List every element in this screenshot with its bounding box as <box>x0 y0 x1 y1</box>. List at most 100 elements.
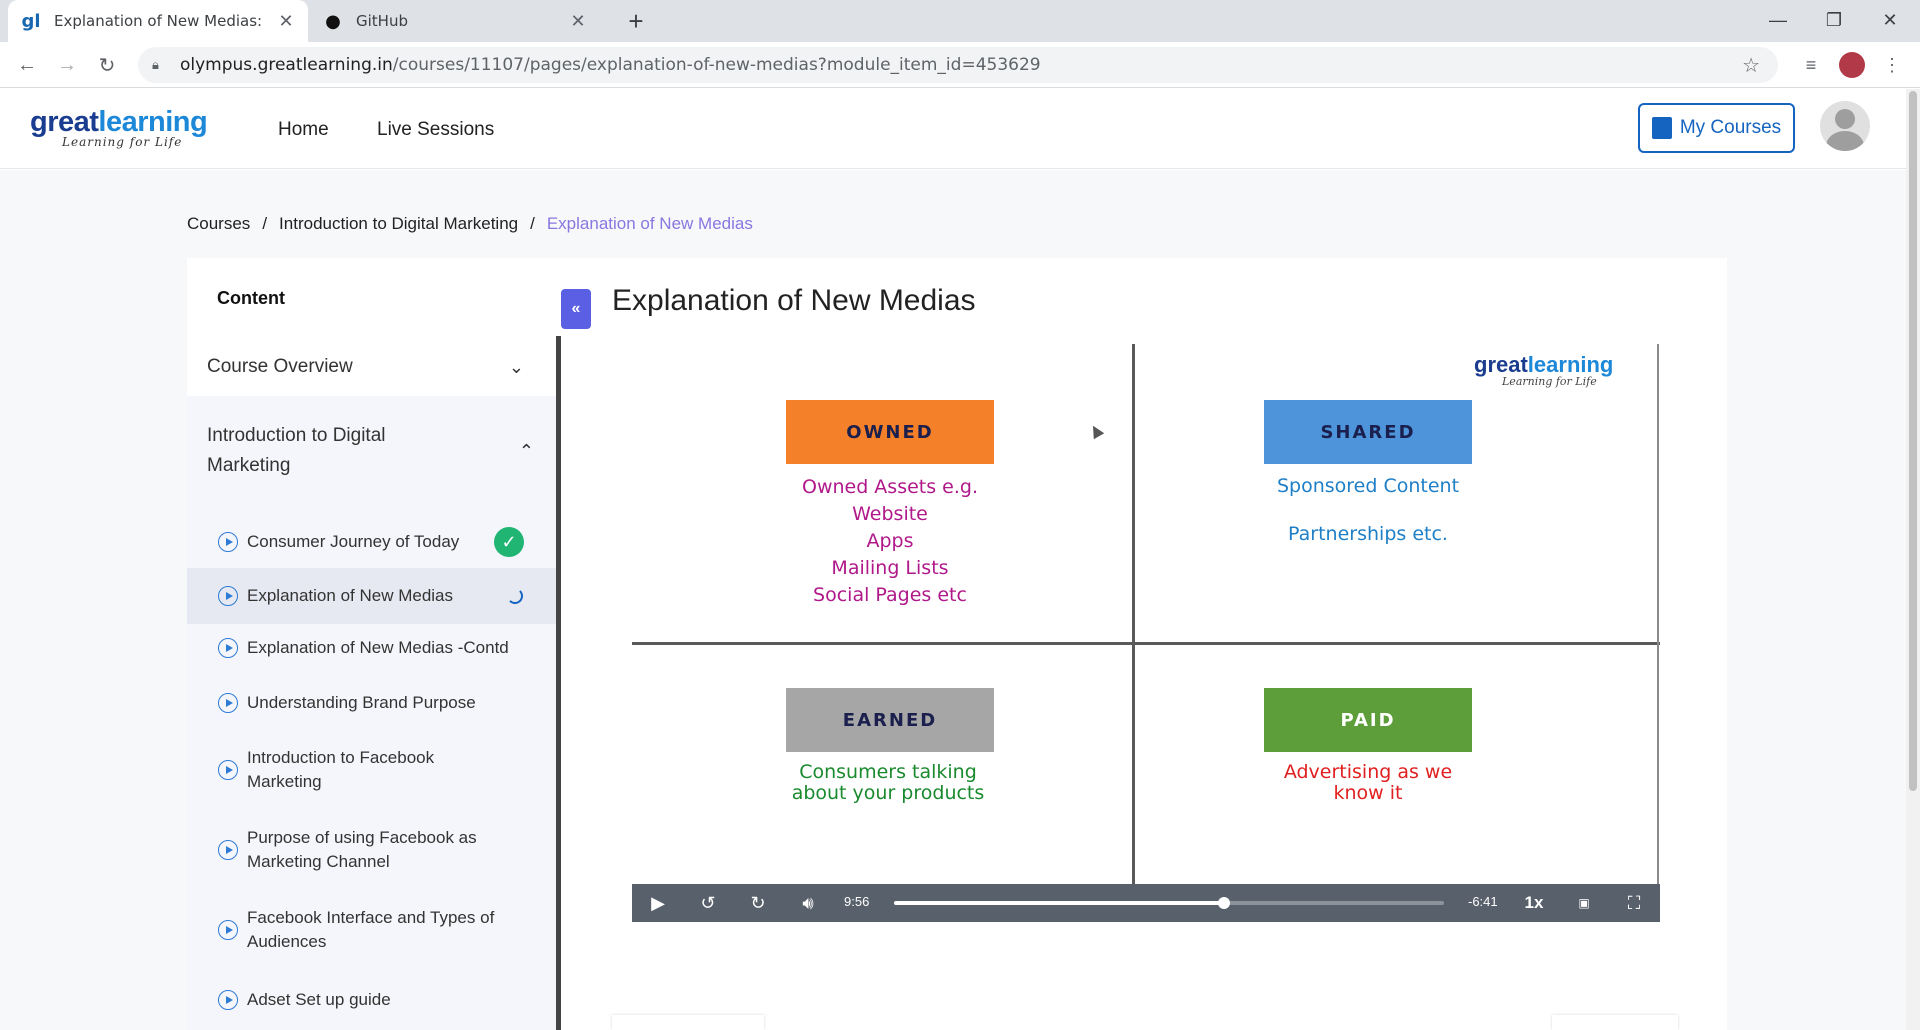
shared-text: Sponsored Content Partnerships etc. <box>1218 474 1518 546</box>
lesson-label: Explanation of New Medias <box>247 586 454 605</box>
play-icon[interactable]: ▶ <box>640 884 676 922</box>
page-title: Explanation of New Medias <box>612 284 976 317</box>
progress-handle[interactable] <box>1218 897 1230 909</box>
slide-border <box>1657 344 1659 922</box>
logo-learning: learning <box>98 106 208 138</box>
play-circle-icon <box>218 840 238 860</box>
rewind-icon[interactable]: ↺ <box>690 884 726 922</box>
lesson-label: Facebook Interface and Types of Audience… <box>247 908 495 951</box>
elapsed-time: 9:56 <box>844 894 870 909</box>
play-circle-icon <box>218 760 238 780</box>
chevron-down-icon: ⌄ <box>508 357 524 377</box>
sidebar-title: Content <box>217 288 285 308</box>
browser-tab-active[interactable]: gl Explanation of New Medias: ✕ <box>8 0 308 42</box>
paid-text: Advertising as we know it <box>1218 762 1518 804</box>
forward-icon[interactable]: → <box>52 50 82 80</box>
progress-fill <box>894 901 1224 905</box>
paid-line: Advertising as we <box>1283 761 1453 783</box>
shared-box: SHARED <box>1264 400 1472 464</box>
shared-line: Sponsored Content <box>1276 475 1460 497</box>
shared-line: Partnerships etc. <box>1288 523 1448 545</box>
breadcrumb-course[interactable]: Introduction to Digital Marketing <box>279 214 518 234</box>
book-icon <box>1651 117 1672 139</box>
close-window-icon[interactable]: ✕ <box>1862 0 1918 40</box>
lesson-label: Understanding Brand Purpose <box>247 693 476 712</box>
progress-bar[interactable] <box>894 897 1444 909</box>
section-label: Course Overview <box>207 356 353 377</box>
my-courses-label: My Courses <box>1679 117 1782 138</box>
nav-home[interactable]: Home <box>278 119 329 141</box>
section-label: Introduction to Digital Marketing <box>207 425 386 476</box>
next-button-card[interactable] <box>1552 1015 1678 1030</box>
minimize-icon[interactable]: — <box>1750 0 1806 40</box>
lesson-item-active[interactable]: Explanation of New Medias <box>187 568 557 624</box>
earned-line: about your products <box>791 782 985 804</box>
breadcrumb-separator: / <box>262 214 268 233</box>
chevron-up-icon[interactable]: ⌃ <box>519 441 534 462</box>
browser-tab-github[interactable]: ● GitHub ✕ <box>310 0 600 42</box>
media-control-icon[interactable]: ≡ <box>1797 51 1825 79</box>
reload-icon[interactable]: ↻ <box>92 50 122 80</box>
logo-learning: learning <box>1527 352 1614 377</box>
restore-icon[interactable]: ❐ <box>1806 0 1862 40</box>
play-circle-icon <box>218 586 238 606</box>
forward-skip-icon[interactable]: ↻ <box>740 884 776 922</box>
volume-icon[interactable]: 🔊︎ <box>790 884 826 922</box>
page-scrollbar[interactable] <box>1906 89 1920 1030</box>
slide-logo: greatlearning Learning for Life <box>1474 352 1613 388</box>
shared-line <box>1218 498 1518 522</box>
content-sidebar: Content Course Overview ⌄ Introduction t… <box>187 258 562 1030</box>
owned-line: Website <box>852 503 928 525</box>
fullscreen-icon[interactable]: ⛶ <box>1616 884 1652 922</box>
my-courses-button[interactable]: My Courses <box>1638 103 1795 153</box>
completed-check-icon: ✓ <box>494 527 524 557</box>
lesson-item[interactable]: Explanation of New Medias -Contd <box>187 626 557 670</box>
nav-live-sessions[interactable]: Live Sessions <box>377 119 494 141</box>
lesson-label: Purpose of using Facebook as Marketing C… <box>247 828 477 871</box>
collapse-sidebar-button[interactable]: « <box>561 289 591 329</box>
lesson-label: Consumer Journey of Today <box>247 532 460 551</box>
new-tab-button[interactable]: + <box>622 6 650 37</box>
close-tab-icon[interactable]: ✕ <box>274 11 298 32</box>
tab-title: Explanation of New Medias: <box>54 12 263 30</box>
earned-box: EARNED <box>786 688 994 752</box>
lesson-item[interactable]: Facebook Interface and Types of Audience… <box>187 900 557 960</box>
lesson-label: Explanation of New Medias -Contd <box>247 638 509 657</box>
lesson-item[interactable]: Understanding Brand Purpose <box>187 681 557 725</box>
owned-box: OWNED <box>786 400 994 464</box>
lesson-item[interactable]: Adset Set up guide <box>187 980 557 1020</box>
quadrant-divider-vertical <box>1132 344 1135 922</box>
lesson-list: Consumer Journey of Today ✓ Explanation … <box>187 508 557 1030</box>
prev-button-card[interactable] <box>612 1015 764 1030</box>
playback-speed-button[interactable]: 1x <box>1516 884 1552 922</box>
breadcrumb-courses[interactable]: Courses <box>187 214 250 234</box>
remaining-time: -6:41 <box>1468 894 1498 909</box>
play-circle-icon <box>218 990 238 1010</box>
video-player[interactable]: greatlearning Learning for Life OWNED Ow… <box>632 344 1660 922</box>
section-course-overview[interactable]: Course Overview ⌄ <box>207 352 542 382</box>
url-path: /courses/11107/pages/explanation-of-new-… <box>392 55 1041 75</box>
browser-tab-bar: gl Explanation of New Medias: ✕ ● GitHub… <box>0 0 1920 42</box>
earned-text: Consumers talking about your products <box>738 762 1038 804</box>
profile-avatar[interactable] <box>1838 51 1866 79</box>
user-avatar[interactable] <box>1820 101 1870 151</box>
back-icon[interactable]: ← <box>12 50 42 80</box>
logo-great: great <box>30 106 99 138</box>
lesson-label: Adset Set up guide <box>247 990 391 1009</box>
hd-quality-icon[interactable]: ▣ <box>1566 884 1602 922</box>
menu-icon[interactable]: ⋮ <box>1878 51 1906 79</box>
bookmark-star-icon[interactable]: ☆ <box>1742 53 1760 77</box>
paid-box: PAID <box>1264 688 1472 752</box>
lesson-label: Introduction to Facebook Marketing <box>247 748 435 791</box>
owned-line: Mailing Lists <box>831 557 949 579</box>
lesson-item[interactable]: Consumer Journey of Today ✓ <box>187 520 557 564</box>
lesson-item[interactable]: Introduction to Facebook Marketing <box>187 740 557 800</box>
close-tab-icon[interactable]: ✕ <box>566 11 590 32</box>
address-bar[interactable]: 🔒︎ olympus.greatlearning.in/courses/1110… <box>138 47 1778 83</box>
earned-line: Consumers talking <box>799 761 977 783</box>
lesson-item[interactable]: Purpose of using Facebook as Marketing C… <box>187 820 557 880</box>
greatlearning-logo[interactable]: greatlearning Learning for Life <box>30 106 208 149</box>
loading-spinner-icon <box>507 588 523 604</box>
play-circle-icon <box>218 920 238 940</box>
section-intro-digital-marketing[interactable]: Introduction to Digital Marketing <box>207 421 457 481</box>
